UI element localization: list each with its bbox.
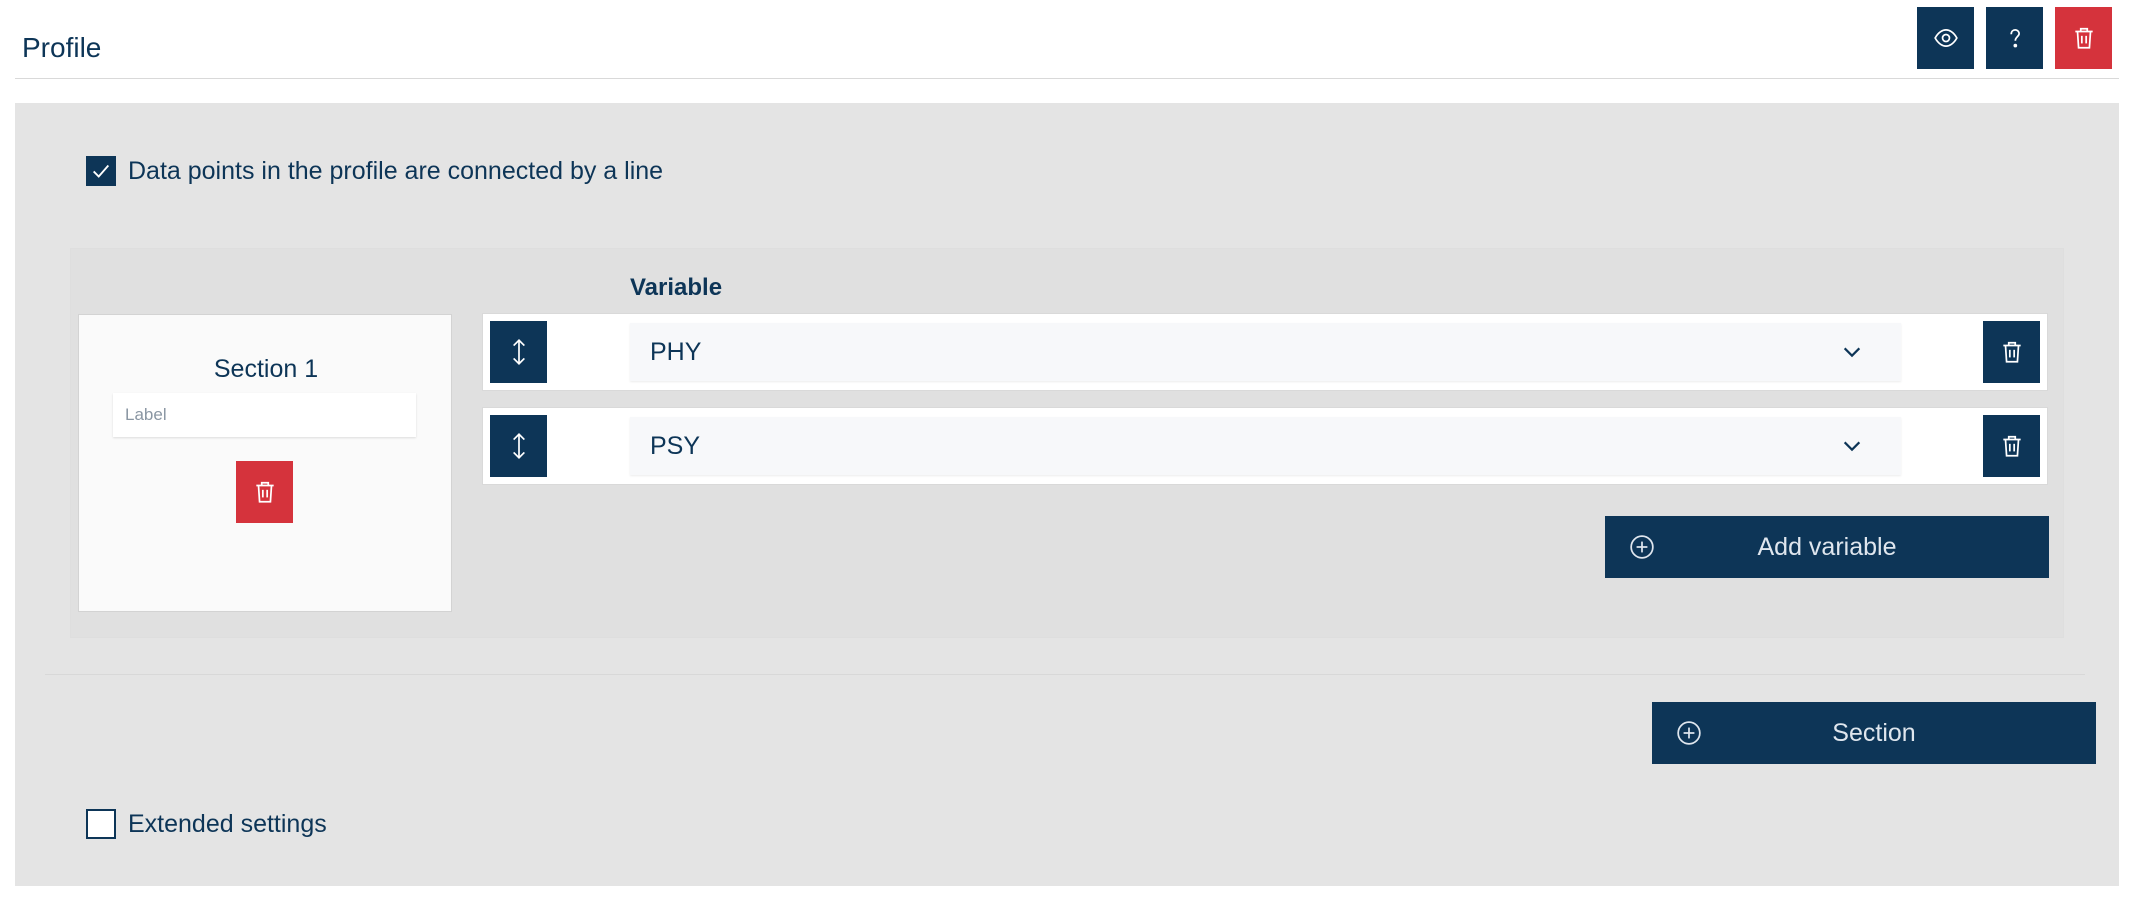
- add-variable-button[interactable]: Add variable: [1605, 516, 2049, 578]
- page-title: Profile: [22, 32, 102, 63]
- delete-variable-button[interactable]: [1983, 321, 2040, 383]
- variable-select-value: PHY: [650, 337, 702, 366]
- section-card: Section 1: [78, 314, 452, 612]
- drag-handle[interactable]: [490, 321, 547, 383]
- add-section-button[interactable]: Section: [1652, 702, 2096, 764]
- vertical-arrows-icon: [512, 433, 525, 459]
- plus-circle-icon: [1677, 721, 1701, 745]
- connect-points-label: Data points in the profile are connected…: [128, 157, 664, 185]
- trash-icon: [2074, 27, 2093, 49]
- chevron-down-icon: [1843, 347, 1861, 358]
- help-icon: [2009, 29, 2020, 48]
- delete-profile-button[interactable]: [2055, 7, 2112, 69]
- plus-circle-icon: [1630, 535, 1654, 559]
- delete-section-button[interactable]: [236, 461, 293, 523]
- section-divider: [45, 674, 2085, 675]
- header-divider: [15, 78, 2119, 79]
- add-variable-label: Add variable: [1757, 532, 1897, 561]
- extended-settings-checkbox[interactable]: [86, 809, 116, 839]
- section-label-input[interactable]: [113, 393, 416, 437]
- trash-icon: [255, 481, 274, 503]
- variable-select[interactable]: PHY: [630, 323, 1901, 381]
- drag-handle[interactable]: [490, 415, 547, 477]
- add-section-label: Section: [1832, 718, 1916, 747]
- connect-points-checkbox[interactable]: [86, 156, 116, 186]
- vertical-arrows-icon: [512, 339, 525, 365]
- eye-icon: [1933, 29, 1958, 47]
- preview-button[interactable]: [1917, 7, 1974, 69]
- chevron-down-icon: [1843, 441, 1861, 452]
- variable-row: PSY: [482, 407, 2048, 485]
- variable-column-header: Variable: [630, 274, 723, 301]
- extended-settings-label: Extended settings: [128, 810, 327, 838]
- variable-row: PHY: [482, 313, 2048, 391]
- section-title: Section 1: [213, 355, 319, 383]
- trash-icon: [2002, 435, 2021, 457]
- variable-select[interactable]: PSY: [630, 417, 1901, 475]
- delete-variable-button[interactable]: [1983, 415, 2040, 477]
- checkmark-icon: [93, 164, 110, 178]
- trash-icon: [2002, 341, 2021, 363]
- help-button[interactable]: [1986, 7, 2043, 69]
- variable-select-value: PSY: [650, 431, 701, 460]
